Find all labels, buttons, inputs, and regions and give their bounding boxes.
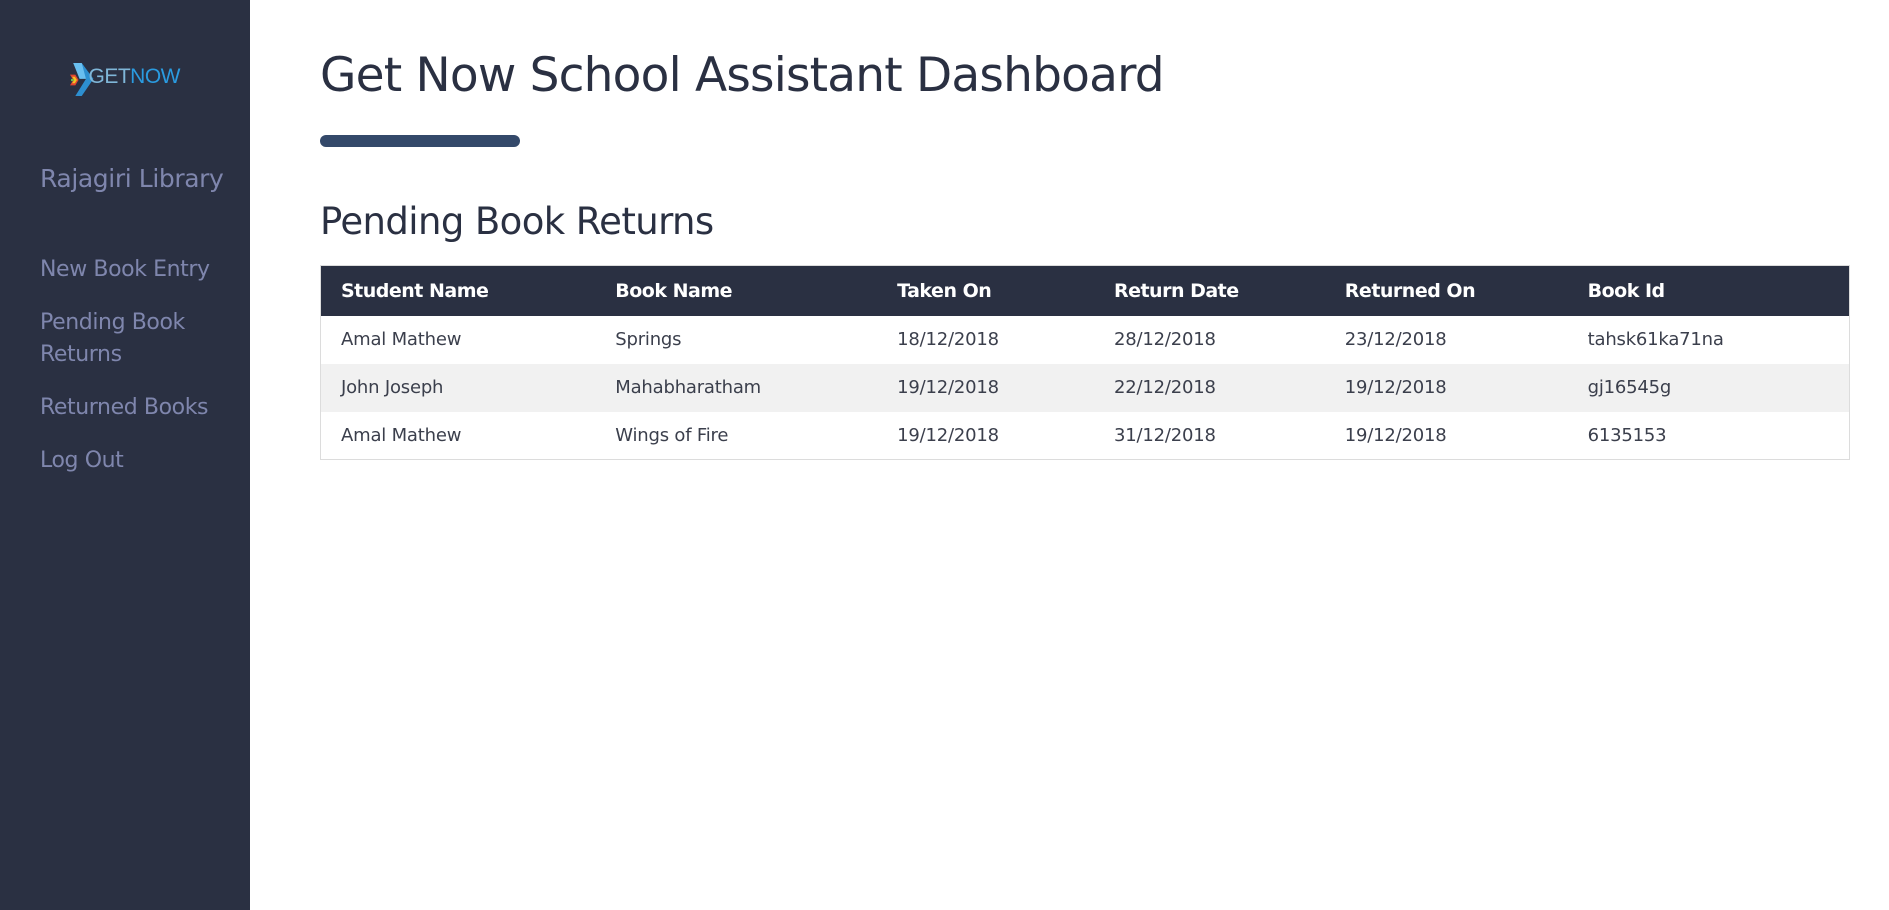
table-row: Amal Mathew Wings of Fire 19/12/2018 31/…	[321, 412, 1850, 460]
column-header: Book Name	[615, 279, 733, 302]
sidebar: GETNOW Rajagiri Library New Book Entry P…	[0, 0, 250, 910]
table-cell: Amal Mathew	[341, 424, 462, 446]
nav-log-out[interactable]: Log Out	[40, 445, 230, 477]
logo-wordmark: GETNOW	[89, 65, 181, 89]
logo-get-text: GET	[88, 65, 131, 88]
page-title: Get Now School Assistant Dashboard	[320, 48, 1165, 103]
table-row: John Joseph Mahabharatham 19/12/2018 22/…	[320, 363, 1850, 412]
table-cell: Mahabharatham	[615, 377, 761, 398]
table-cell: Amal Mathew	[341, 329, 462, 350]
nav-new-book-entry[interactable]: New Book Entry	[40, 254, 230, 286]
table-cell: Springs	[615, 329, 682, 350]
table-cell: tahsk61ka71na	[1587, 329, 1724, 350]
table-cell: 19/12/2018	[1344, 377, 1447, 398]
table-row: Amal Mathew Springs 18/12/2018 28/12/201…	[321, 316, 1850, 364]
table-cell: 18/12/2018	[897, 329, 999, 350]
column-header: Return Date	[1113, 279, 1239, 302]
library-name: Rajagiri Library	[40, 164, 224, 193]
logo-now-text: NOW	[130, 65, 180, 88]
table-cell: John Joseph	[341, 377, 444, 398]
column-header: Student Name	[341, 279, 489, 302]
table-cell: Wings of Fire	[615, 424, 729, 446]
table-cell: 6135153	[1587, 424, 1667, 446]
getnow-logo[interactable]: GETNOW	[70, 46, 180, 114]
sidebar-nav: New Book Entry Pending Book Returns Retu…	[40, 254, 230, 498]
table-header-row: Student Name Book Name Taken On Return D…	[320, 265, 1850, 316]
table-cell: gj16545g	[1587, 377, 1672, 398]
nav-pending-book-returns[interactable]: Pending Book Returns	[40, 307, 230, 371]
pending-returns-table: Student Name Book Name Taken On Return D…	[320, 265, 1850, 460]
table-cell: 22/12/2018	[1113, 377, 1216, 398]
nav-returned-books[interactable]: Returned Books	[40, 392, 230, 424]
column-header: Taken On	[897, 279, 992, 302]
table-cell: 28/12/2018	[1113, 329, 1216, 350]
table-cell: 31/12/2018	[1113, 424, 1216, 446]
column-header: Book Id	[1587, 279, 1666, 302]
table-cell: 19/12/2018	[1344, 424, 1447, 446]
section-title: Pending Book Returns	[320, 200, 714, 243]
table-cell: 19/12/2018	[897, 424, 999, 446]
column-header: Returned On	[1344, 279, 1476, 302]
title-underline	[320, 135, 520, 147]
table-cell: 23/12/2018	[1344, 329, 1447, 350]
table-cell: 19/12/2018	[897, 377, 999, 398]
